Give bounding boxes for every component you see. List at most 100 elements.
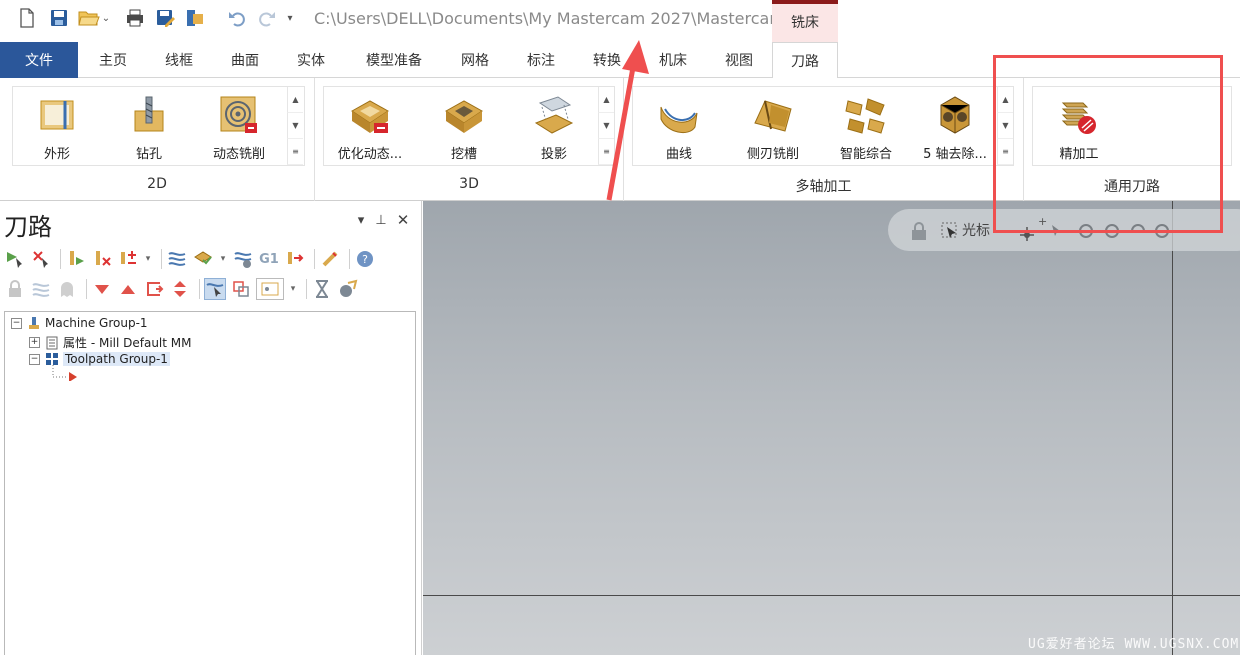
redo-icon[interactable]	[256, 6, 278, 30]
undo-icon[interactable]	[226, 6, 248, 30]
curve-icon	[660, 106, 698, 134]
print-icon[interactable]	[124, 6, 146, 30]
tab-home[interactable]: 主页	[86, 42, 140, 78]
tab-solids[interactable]: 实体	[284, 42, 338, 78]
axis-line-horizontal	[423, 595, 1240, 596]
save-icon[interactable]	[48, 6, 70, 30]
edit-tool-icon[interactable]	[319, 248, 341, 270]
close-icon[interactable]: ✕	[396, 211, 410, 229]
copy-toolpath-icon[interactable]	[230, 278, 252, 300]
tree-node-toolpath-group[interactable]: − Toolpath Group-1	[29, 352, 170, 366]
swarf-icon	[754, 100, 792, 132]
move-down-icon[interactable]	[91, 278, 113, 300]
contour-button[interactable]: 外形	[17, 87, 97, 165]
pin-icon[interactable]: ⊥	[374, 213, 388, 228]
ghost-icon[interactable]	[56, 278, 78, 300]
save-as-icon[interactable]	[154, 6, 176, 30]
pocket-icon	[445, 100, 483, 133]
expand-collapse-icon[interactable]	[169, 278, 191, 300]
customize-qat-icon[interactable]: ▾	[282, 6, 298, 30]
tree-node-properties[interactable]: + 属性 - Mill Default MM	[29, 334, 192, 351]
tab-wireframe[interactable]: 线框	[152, 42, 206, 78]
collapse-icon[interactable]: −	[29, 353, 40, 365]
move-up-icon[interactable]	[117, 278, 139, 300]
verify-dropdown-icon[interactable]: ▾	[218, 248, 228, 270]
tab-toolpaths[interactable]: 刀路	[772, 42, 838, 79]
toolpath-tree: − Machine Group-1 + 属性 - Mill Default MM…	[4, 311, 416, 655]
swarf-label: 侧刃铣削	[746, 147, 799, 162]
axis-line-vertical	[1172, 201, 1173, 655]
tab-view[interactable]: 视图	[712, 42, 766, 78]
dynamic-mill-button[interactable]: 动态铣削	[199, 87, 279, 165]
deselect-all-icon[interactable]	[30, 248, 52, 270]
swarf-button[interactable]: 侧刃铣削	[727, 87, 819, 165]
gallery-3d-scroll[interactable]: ▲ ▼ ≡	[598, 87, 614, 165]
backplot-icon[interactable]	[166, 248, 188, 270]
expand-icon[interactable]: +	[29, 337, 40, 348]
tree-node-machine-group[interactable]: − Machine Group-1	[11, 316, 148, 330]
collapse-icon[interactable]: −	[11, 317, 22, 329]
toolpath-group-icon	[46, 353, 58, 365]
verify-icon[interactable]	[192, 248, 214, 270]
expand-gallery-icon[interactable]: ≡	[598, 139, 614, 165]
optimized-dynamic-label: 优化动态...	[337, 147, 403, 162]
regenerate-dirty-icon[interactable]	[91, 248, 113, 270]
post-selected-icon[interactable]	[284, 248, 306, 270]
scroll-up-icon[interactable]: ▲	[287, 87, 303, 113]
machine-icon	[29, 317, 39, 329]
dynamic-mill-icon	[220, 96, 257, 133]
drill-button[interactable]: 钻孔	[109, 87, 189, 165]
post-g1-icon[interactable]: G1	[258, 248, 280, 270]
view-options-dropdown[interactable]	[256, 278, 284, 300]
lock-icon[interactable]	[4, 278, 26, 300]
gallery-2d-scroll[interactable]: ▲ ▼ ≡	[287, 87, 303, 165]
five-axis-deburr-button[interactable]: 5 轴去除...	[913, 87, 997, 165]
toolbar-row-2: ▾	[4, 276, 363, 302]
curve-button[interactable]: 曲线	[637, 87, 721, 165]
scroll-down-icon[interactable]: ▼	[598, 113, 614, 139]
cursor-select-icon[interactable]	[940, 221, 960, 241]
curve-label: 曲线	[665, 147, 692, 162]
panel-menu-icon[interactable]: ▾	[354, 213, 368, 228]
view-options-arrow-icon[interactable]: ▾	[288, 278, 298, 300]
select-mode-icon[interactable]	[204, 278, 226, 300]
insert-arrow-icon[interactable]	[143, 278, 165, 300]
tab-machine[interactable]: 机床	[646, 42, 700, 78]
gallery-2d: 外形 钻孔 动态铣削 ▲ ▼ ≡	[12, 86, 305, 166]
sort-icon[interactable]	[117, 248, 139, 270]
hourglass-icon[interactable]	[311, 278, 333, 300]
select-all-icon[interactable]	[4, 248, 26, 270]
title-bar: ⌄ ▾ C:\Users\DELL\Documents\My Mastercam…	[0, 0, 1240, 42]
properties-icon	[46, 336, 58, 349]
simulate-icon[interactable]	[232, 248, 254, 270]
unified-icon	[845, 98, 885, 134]
tab-file[interactable]: 文件	[0, 42, 78, 78]
document-path: C:\Users\DELL\Documents\My Mastercam 202…	[314, 9, 813, 28]
tab-surfaces[interactable]: 曲面	[218, 42, 272, 78]
expand-gallery-icon[interactable]: ≡	[287, 139, 303, 165]
project-button[interactable]: 投影	[514, 87, 594, 165]
pocket-button[interactable]: 挖槽	[424, 87, 504, 165]
tab-model-prep[interactable]: 模型准备	[352, 42, 436, 78]
scroll-up-icon[interactable]: ▲	[598, 87, 614, 113]
optimized-dynamic-button[interactable]: 优化动态...	[328, 87, 412, 165]
tab-dimension[interactable]: 标注	[514, 42, 568, 78]
group-2d: 外形 钻孔 动态铣削 ▲ ▼ ≡ 2D	[0, 78, 315, 201]
drill-label: 钻孔	[135, 147, 162, 162]
regenerate-selected-icon[interactable]	[65, 248, 87, 270]
sort-dropdown-icon[interactable]: ▾	[143, 248, 153, 270]
open-dropdown-icon[interactable]: ⌄	[100, 6, 112, 30]
help-icon[interactable]: ?	[354, 248, 376, 270]
drill-icon	[134, 96, 164, 132]
toggle-display-icon[interactable]	[30, 278, 52, 300]
tab-transform[interactable]: 转换	[580, 42, 634, 78]
lock-icon[interactable]	[910, 221, 928, 241]
merge-icon[interactable]	[184, 6, 206, 30]
tab-mesh[interactable]: 网格	[448, 42, 502, 78]
graphics-viewport[interactable]: 光标 + UG爱好者论坛 WWW.UGSNX.COM	[423, 201, 1240, 655]
unified-button[interactable]: 智能综合	[825, 87, 907, 165]
new-file-icon[interactable]	[16, 6, 38, 30]
verify-ball-icon[interactable]	[337, 278, 359, 300]
open-folder-icon[interactable]	[78, 6, 100, 30]
scroll-down-icon[interactable]: ▼	[287, 113, 303, 139]
